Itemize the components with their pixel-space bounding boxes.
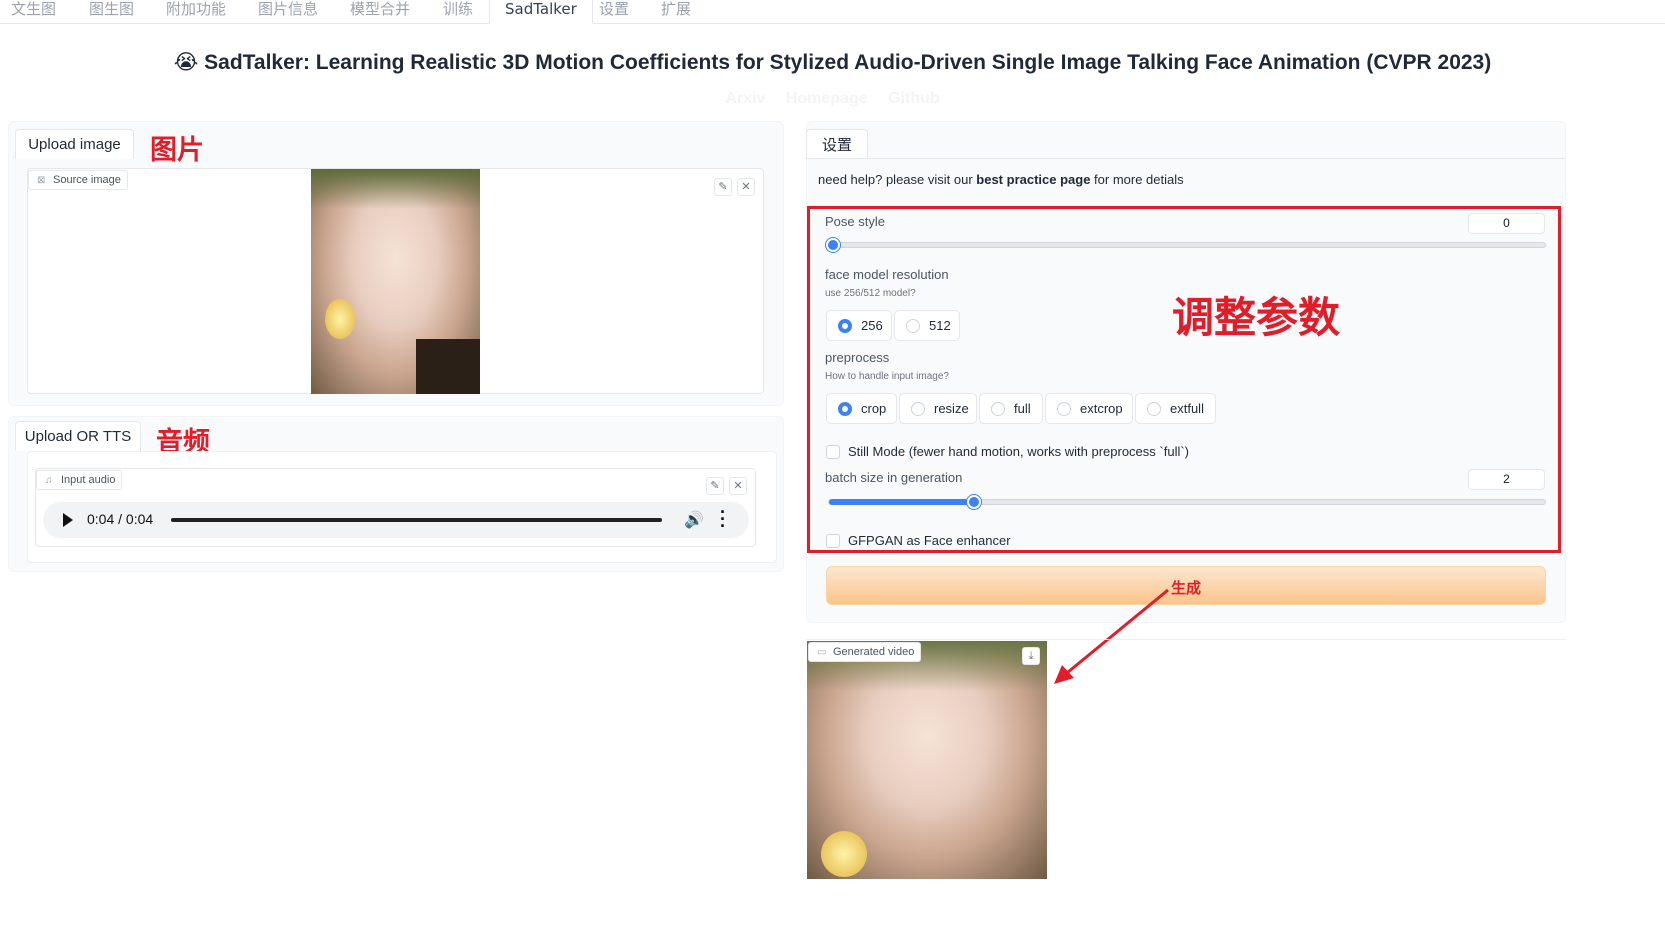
homepage-link[interactable]: Homepage	[786, 90, 868, 107]
lantern-decoration	[821, 831, 867, 877]
crying-emoji-icon: 😭	[173, 51, 199, 74]
params-annotation: 调整参数	[1172, 293, 1341, 342]
generated-video-label: ▭ Generated video	[808, 642, 922, 662]
radio-dot	[1057, 402, 1071, 416]
video-icon: ▭	[817, 647, 827, 658]
tab-txt2img[interactable]: 文生图	[11, 0, 56, 24]
dress-decoration	[416, 339, 480, 394]
page-title: 😭 SadTalker: Learning Realistic 3D Motio…	[0, 50, 1665, 75]
source-image-preview	[311, 169, 480, 394]
github-link[interactable]: Github	[888, 90, 940, 107]
preprocess-crop[interactable]: crop	[826, 393, 897, 424]
preprocess-hint: How to handle input image?	[825, 371, 949, 382]
arxiv-link[interactable]: Arxiv	[725, 90, 765, 107]
source-image-label-text: Source image	[53, 174, 121, 186]
generate-annotation: 生成	[1171, 579, 1202, 597]
radio-dot	[1147, 402, 1161, 416]
input-audio-label-text: Input audio	[61, 474, 116, 486]
tab-extensions[interactable]: 扩展	[661, 0, 691, 24]
help-prefix: need help? please visit our	[818, 172, 977, 187]
page-title-text: SadTalker: Learning Realistic 3D Motion …	[204, 51, 1492, 74]
pose-style-label: Pose style	[825, 214, 885, 229]
face-res-512[interactable]: 512	[894, 310, 960, 341]
output-divider	[806, 639, 1566, 640]
volume-icon[interactable]: 🔊	[684, 510, 704, 530]
tab-settings-local[interactable]: 设置	[806, 129, 868, 159]
face-res-512-label: 512	[929, 318, 951, 333]
batch-size-slider[interactable]	[828, 499, 1546, 505]
preprocess-full-label: full	[1014, 401, 1031, 416]
tab-divider	[806, 158, 1566, 159]
tab-sadtalker[interactable]: SadTalker	[489, 0, 593, 24]
tab-extras[interactable]: 附加功能	[166, 0, 226, 24]
music-note-icon: ♫	[45, 475, 53, 486]
edit-audio-button[interactable]: ✎	[706, 477, 724, 495]
clear-audio-button[interactable]: ✕	[729, 477, 747, 495]
download-icon[interactable]: ⤓	[1022, 647, 1040, 665]
header-links: Arxiv Homepage Github	[0, 90, 1665, 108]
audio-player: 0:04 / 0:04 🔊 · · ·	[43, 502, 749, 538]
tab-settings[interactable]: 设置	[599, 0, 629, 24]
lantern-decoration	[325, 299, 355, 339]
image-icon: ⊠	[37, 175, 46, 186]
preprocess-extfull[interactable]: extfull	[1135, 393, 1216, 424]
batch-size-label: batch size in generation	[825, 470, 963, 485]
face-res-256-label: 256	[861, 318, 883, 333]
batch-size-thumb[interactable]	[967, 495, 981, 509]
tab-png-info[interactable]: 图片信息	[258, 0, 318, 24]
generated-video-preview[interactable]	[807, 641, 1047, 879]
wreath-decoration	[311, 169, 480, 209]
radio-dot	[991, 402, 1005, 416]
preprocess-resize-label: resize	[934, 401, 969, 416]
image-annotation: 图片	[150, 135, 204, 166]
input-audio-label: ♫ Input audio	[36, 470, 123, 490]
radio-dot	[838, 402, 852, 416]
top-tab-bar: 文生图 图生图 附加功能 图片信息 模型合并 训练 SadTalker 设置 扩…	[0, 0, 1665, 24]
pose-style-thumb[interactable]	[826, 238, 840, 252]
preprocess-resize[interactable]: resize	[899, 393, 977, 424]
tab-checkpoint-merger[interactable]: 模型合并	[350, 0, 410, 24]
help-suffix: for more detials	[1090, 172, 1184, 187]
edit-image-button[interactable]: ✎	[714, 178, 732, 196]
more-options-icon[interactable]: · · ·	[720, 503, 726, 535]
tab-img2img[interactable]: 图生图	[89, 0, 134, 24]
still-mode-label: Still Mode (fewer hand motion, works wit…	[848, 444, 1190, 459]
audio-progress-bar[interactable]	[171, 518, 662, 522]
play-icon[interactable]	[63, 513, 73, 527]
preprocess-extcrop-label: extcrop	[1080, 401, 1123, 416]
batch-size-number[interactable]: 2	[1468, 469, 1545, 490]
tab-upload-or-tts[interactable]: Upload OR TTS	[15, 421, 141, 451]
gfpgan-label: GFPGAN as Face enhancer	[848, 533, 1011, 548]
clear-image-button[interactable]: ✕	[737, 178, 755, 196]
pose-style-number[interactable]: 0	[1468, 213, 1545, 234]
preprocess-label: preprocess	[825, 350, 890, 365]
source-image-label: ⊠ Source image	[28, 170, 128, 190]
radio-dot	[906, 319, 920, 333]
face-res-256[interactable]: 256	[826, 310, 892, 341]
preprocess-crop-label: crop	[861, 401, 887, 416]
preprocess-extcrop[interactable]: extcrop	[1045, 393, 1133, 424]
face-res-label: face model resolution	[825, 267, 949, 282]
pose-style-slider[interactable]	[828, 242, 1546, 248]
radio-dot	[838, 319, 852, 333]
preprocess-full[interactable]: full	[979, 393, 1043, 424]
tab-train[interactable]: 训练	[443, 0, 473, 24]
preprocess-extfull-label: extfull	[1170, 401, 1204, 416]
gfpgan-checkbox[interactable]	[826, 534, 840, 548]
tab-upload-image[interactable]: Upload image	[15, 129, 134, 159]
radio-dot	[911, 402, 925, 416]
generated-video-label-text: Generated video	[833, 646, 915, 658]
annotation-arrow-icon	[1054, 588, 1169, 684]
audio-time: 0:04 / 0:04	[87, 511, 154, 527]
best-practice-link[interactable]: best practice page	[976, 172, 1090, 187]
batch-size-fill	[829, 499, 975, 505]
still-mode-checkbox[interactable]	[826, 445, 840, 459]
face-res-hint: use 256/512 model?	[825, 288, 916, 299]
help-text: need help? please visit our best practic…	[818, 172, 1184, 187]
